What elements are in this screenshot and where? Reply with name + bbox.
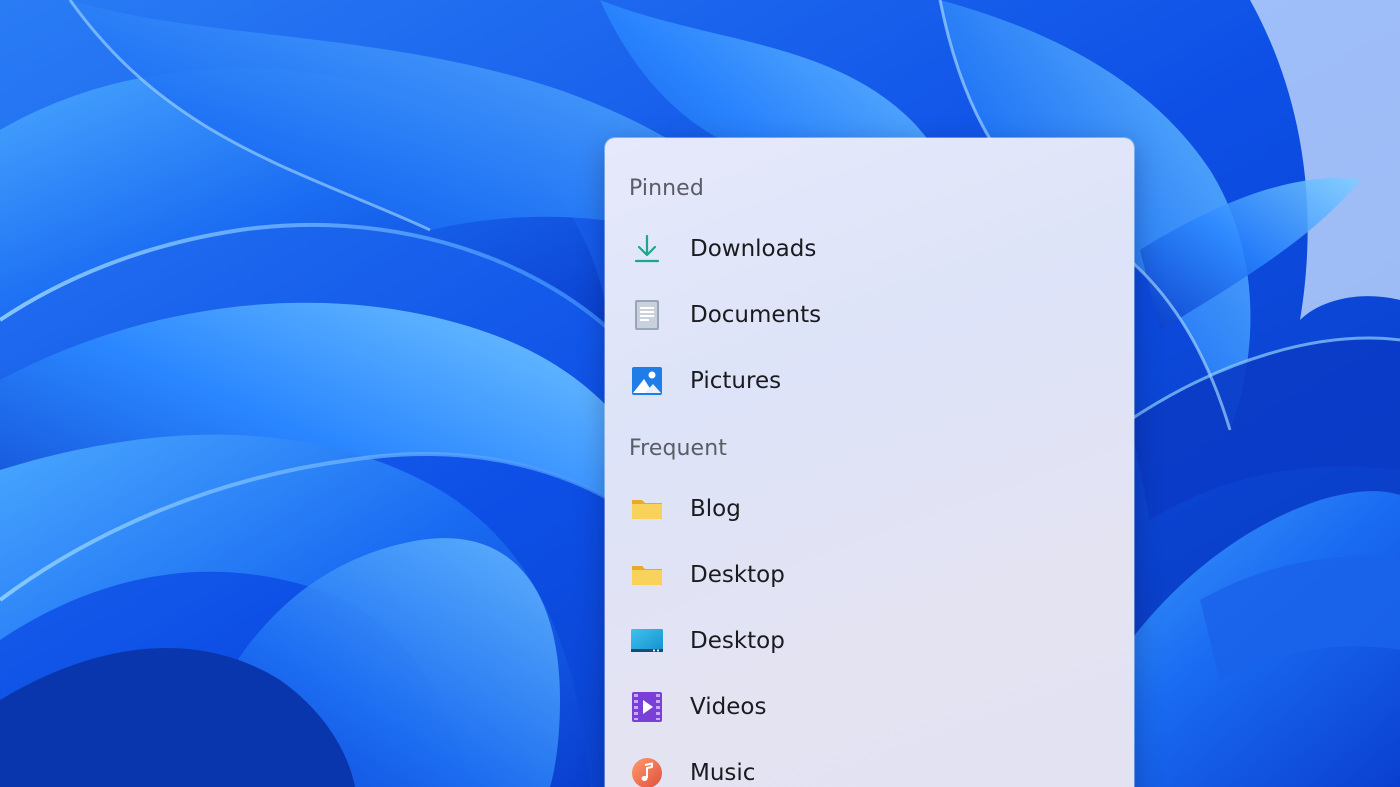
jump-item-label: Blog [690,496,741,522]
pictures-icon [631,365,663,397]
section-header-frequent: Frequent [629,436,727,461]
jump-item-label: Desktop [690,628,785,654]
jump-item-label: Downloads [690,236,817,262]
jump-item-label: Pictures [690,368,782,394]
folder-icon [631,559,663,591]
videos-icon [631,691,663,723]
jump-list-panel: Pinned Downloads Documents Pictures Freq… [605,138,1134,787]
jump-item-blog[interactable]: Blog [605,479,1134,539]
jump-item-videos[interactable]: Videos [605,677,1134,737]
desktop: Pinned Downloads Documents Pictures Freq… [0,0,1400,787]
music-icon [631,757,663,787]
document-icon [631,299,663,331]
jump-item-label: Videos [690,694,767,720]
section-header-pinned: Pinned [629,176,704,201]
jump-item-desktop[interactable]: Desktop [605,611,1134,671]
jump-item-desktop-folder[interactable]: Desktop [605,545,1134,605]
jump-item-documents[interactable]: Documents [605,285,1134,345]
desktop-icon [631,625,663,657]
download-arrow-icon [631,233,663,265]
jump-item-downloads[interactable]: Downloads [605,219,1134,279]
jump-item-label: Music [690,760,756,786]
folder-icon [631,493,663,525]
jump-item-label: Desktop [690,562,785,588]
jump-item-label: Documents [690,302,822,328]
jump-item-music[interactable]: Music [605,743,1134,787]
jump-item-pictures[interactable]: Pictures [605,351,1134,411]
